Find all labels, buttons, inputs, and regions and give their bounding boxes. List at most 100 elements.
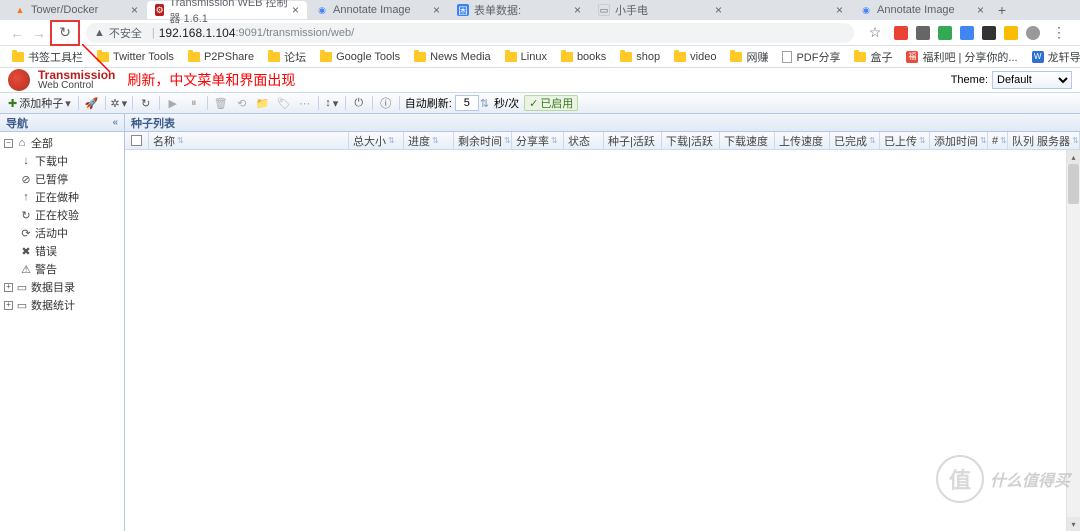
browser-tab[interactable]: ◉ Annotate Image ×: [308, 1, 448, 19]
settings-button[interactable]: ✲▾: [109, 94, 129, 112]
bookmark-item[interactable]: shop: [614, 49, 666, 65]
tree-expand-icon[interactable]: +: [4, 283, 13, 292]
tree-node-seeding[interactable]: ↑正在做种: [0, 188, 124, 206]
extension-icon[interactable]: [960, 26, 974, 40]
tree-node-warning[interactable]: ⚠警告: [0, 260, 124, 278]
browser-tab[interactable]: ▲ Tower/Docker ×: [6, 1, 146, 19]
bookmark-label: Twitter Tools: [113, 51, 174, 63]
bookmark-item[interactable]: 书签工具栏: [6, 47, 89, 67]
select-all-checkbox[interactable]: [131, 135, 142, 146]
col-seeds[interactable]: 种子|活跃: [604, 132, 662, 149]
pause-button[interactable]: ⏸: [184, 94, 204, 112]
bookmark-item[interactable]: 网赚: [724, 47, 774, 67]
col-status[interactable]: 状态: [564, 132, 604, 149]
col-progress[interactable]: 进度⇅: [404, 132, 454, 149]
col-name[interactable]: 名称⇅: [149, 132, 349, 149]
tree-node-all[interactable]: − ⌂ 全部: [0, 134, 124, 152]
col-eta[interactable]: 剩余时间⇅: [454, 132, 512, 149]
label-button[interactable]: 🏷: [274, 94, 294, 112]
enabled-badge[interactable]: ✓已启用: [524, 95, 578, 111]
close-icon[interactable]: ×: [836, 3, 843, 17]
close-icon[interactable]: ×: [977, 3, 984, 17]
bookmark-item[interactable]: Linux: [499, 49, 553, 65]
speed-limit-button[interactable]: ↕▾: [322, 94, 342, 112]
extension-icon[interactable]: [982, 26, 996, 40]
col-num[interactable]: #⇅: [988, 132, 1008, 149]
tree-node-datastat[interactable]: + ▭ 数据统计: [0, 296, 124, 314]
close-icon[interactable]: ×: [433, 3, 440, 17]
bookmark-item[interactable]: video: [668, 49, 722, 65]
bookmark-item[interactable]: 福福利吧 | 分享你的...: [900, 47, 1023, 67]
auto-refresh-label: 自动刷新:: [405, 95, 452, 111]
scroll-down-icon[interactable]: ▾: [1067, 517, 1080, 531]
theme-select[interactable]: Default: [992, 71, 1072, 89]
browser-tab[interactable]: ×: [731, 1, 851, 19]
col-peers[interactable]: 下载|活跃: [662, 132, 720, 149]
bookmark-item[interactable]: W龙轩导航-做个有用...: [1026, 47, 1080, 67]
col-checkbox[interactable]: [125, 132, 149, 149]
bookmark-item[interactable]: books: [555, 49, 612, 65]
tree-node-active[interactable]: ⟳活动中: [0, 224, 124, 242]
extension-icon[interactable]: [938, 26, 952, 40]
refresh-interval-input[interactable]: [455, 95, 479, 111]
close-icon[interactable]: ×: [131, 3, 138, 17]
star-icon[interactable]: ☆: [864, 22, 886, 44]
more-button[interactable]: ⋯: [295, 94, 315, 112]
forward-button[interactable]: →: [28, 22, 50, 44]
col-done[interactable]: 已完成⇅: [830, 132, 880, 149]
delete-button[interactable]: 🗑: [211, 94, 231, 112]
browser-tab[interactable]: ◉ Annotate Image ×: [852, 1, 992, 19]
verify-button[interactable]: ⟲: [232, 94, 252, 112]
browser-tab-active[interactable]: ⚙ Transmission WEB 控制器 1.6.1 ×: [147, 1, 307, 19]
extension-icon[interactable]: [894, 26, 908, 40]
col-ulspeed[interactable]: 上传速度: [775, 132, 830, 149]
bookmark-item[interactable]: Twitter Tools: [91, 49, 180, 65]
bookmark-item[interactable]: PDF分享: [776, 47, 846, 67]
refresh-button[interactable]: ↻: [54, 22, 76, 44]
close-icon[interactable]: ×: [292, 3, 299, 17]
col-dlspeed[interactable]: 下载速度: [720, 132, 775, 149]
info-button[interactable]: ⓘ: [376, 94, 396, 112]
add-torrent-button[interactable]: ✚添加种子▾: [4, 94, 75, 112]
play-button[interactable]: ▶: [163, 94, 183, 112]
col-queue[interactable]: 队列 服务器⇅: [1008, 132, 1080, 149]
collapse-icon[interactable]: «: [112, 117, 118, 128]
tree-node-checking[interactable]: ↻正在校验: [0, 206, 124, 224]
col-size[interactable]: 总大小⇅: [349, 132, 404, 149]
scroll-thumb[interactable]: [1068, 164, 1079, 204]
start-button[interactable]: 🚀: [82, 94, 102, 112]
refresh-button[interactable]: ↻: [136, 94, 156, 112]
scroll-up-icon[interactable]: ▴: [1067, 150, 1080, 164]
tree-label: 正在做种: [35, 189, 79, 205]
tree-expand-icon[interactable]: +: [4, 301, 13, 310]
bookmark-item[interactable]: P2PShare: [182, 49, 260, 65]
extension-icon[interactable]: [1026, 26, 1040, 40]
new-tab-button[interactable]: +: [993, 2, 1011, 18]
bookmark-item[interactable]: 盒子: [848, 47, 898, 67]
folder-button[interactable]: 📁: [253, 94, 273, 112]
extension-icon[interactable]: [1004, 26, 1018, 40]
browser-tab[interactable]: 困 表单数据: ×: [449, 1, 589, 19]
security-indicator[interactable]: ▲ 不安全: [94, 25, 142, 41]
menu-icon[interactable]: ⋮: [1048, 22, 1070, 44]
close-icon[interactable]: ×: [574, 3, 581, 17]
tree-collapse-icon[interactable]: −: [4, 139, 13, 148]
tab-favicon-icon: ◉: [860, 4, 872, 16]
col-uploaded[interactable]: 已上传⇅: [880, 132, 930, 149]
browser-tab[interactable]: ▭ 小手电 ×: [590, 1, 730, 19]
bookmark-item[interactable]: 论坛: [262, 47, 312, 67]
tree-node-downloading[interactable]: ↓下载中: [0, 152, 124, 170]
back-button[interactable]: ←: [6, 22, 28, 44]
col-ratio[interactable]: 分享率⇅: [512, 132, 564, 149]
col-added[interactable]: 添加时间⇅: [930, 132, 988, 149]
spinner-up-down-icon[interactable]: ⇅: [480, 97, 489, 110]
bookmark-item[interactable]: News Media: [408, 49, 497, 65]
rocket-icon: 🚀: [85, 97, 99, 110]
power-button[interactable]: ⏻: [349, 94, 369, 112]
extension-icon[interactable]: [916, 26, 930, 40]
tree-node-datadir[interactable]: + ▭ 数据目录: [0, 278, 124, 296]
bookmark-item[interactable]: Google Tools: [314, 49, 406, 65]
close-icon[interactable]: ×: [715, 3, 722, 17]
tree-node-error[interactable]: ✖错误: [0, 242, 124, 260]
tree-node-paused[interactable]: ⊘已暂停: [0, 170, 124, 188]
